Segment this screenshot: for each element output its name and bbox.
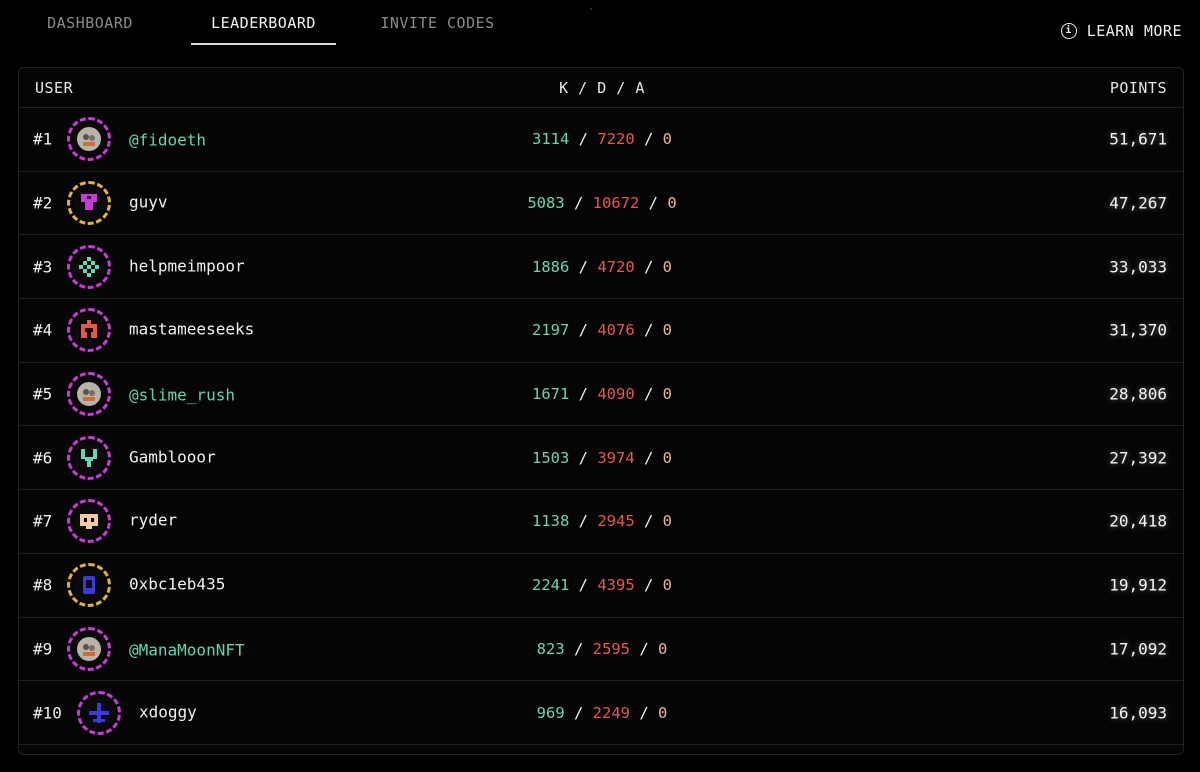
table-body: #1 @fidoeth 3114 / 7220 / 0 51,671 #2 gu… [19, 108, 1183, 745]
kda-stats: 823 / 2595 / 0 [536, 639, 668, 658]
assists-value: 0 [662, 512, 672, 531]
kills-value: 2197 [532, 321, 570, 340]
kda-stats: 969 / 2249 / 0 [536, 703, 668, 722]
assists-value: 0 [662, 130, 672, 149]
deaths-value: 2595 [592, 639, 630, 658]
header-points: POINTS [1109, 79, 1167, 97]
table-row[interactable]: #8 0xbc1eb435 2241 / 4395 / 0 19,912 [19, 554, 1183, 618]
tab-invite-codes[interactable]: INVITE CODES [370, 0, 505, 45]
assists-value: 0 [657, 639, 668, 658]
header-kda: K / D / A [559, 79, 645, 97]
kda-stats: 1671 / 4090 / 0 [532, 385, 672, 404]
points-value: 33,033 [1109, 257, 1167, 277]
table-row[interactable]: #5 @slime_rush 1671 / 4090 / 0 28,806 [19, 363, 1183, 427]
table-row[interactable]: #4 mastameeseeks 2197 / 4076 / 0 31,370 [19, 299, 1183, 363]
kills-value: 1503 [532, 448, 570, 467]
table-row[interactable]: #2 guyv 5083 / 10672 / 0 47,267 [19, 172, 1183, 236]
assists-value: 0 [657, 703, 668, 722]
kda-stats: 1886 / 4720 / 0 [532, 257, 672, 276]
points-value: 27,392 [1109, 448, 1167, 468]
kills-value: 823 [536, 639, 565, 658]
points-value: 47,267 [1109, 193, 1167, 213]
table-row[interactable]: #7 ryder 1138 / 2945 / 0 20,418 [19, 490, 1183, 554]
deaths-value: 2945 [597, 512, 635, 531]
deaths-value: 4076 [597, 321, 635, 340]
kills-value: 1671 [532, 385, 570, 404]
kills-value: 1886 [532, 257, 570, 276]
kda-stats: 2241 / 4395 / 0 [532, 576, 672, 595]
deaths-value: 4090 [597, 385, 635, 404]
table-row[interactable]: #10 xdoggy 969 / 2249 / 0 16,093 [19, 681, 1183, 745]
kills-value: 2241 [532, 576, 570, 595]
learn-more-label: LEARN MORE [1086, 22, 1182, 40]
deaths-value: 4395 [597, 576, 635, 595]
deaths-value: 2249 [592, 703, 630, 722]
points-value: 16,093 [1109, 703, 1167, 723]
points-value: 28,806 [1109, 384, 1167, 404]
table-row[interactable]: #3 helpmeimpoor 1886 / 4720 / 0 33,033 [19, 235, 1183, 300]
table-row[interactable]: #9 @ManaMoonNFT 823 / 2595 / 0 17,092 [19, 618, 1183, 682]
points-value: 20,418 [1109, 511, 1167, 531]
assists-value: 0 [662, 257, 672, 276]
kills-value: 1138 [532, 512, 570, 531]
points-value: 17,092 [1109, 639, 1167, 659]
deaths-value: 7220 [597, 130, 635, 149]
top-navigation: DASHBOARD LEADERBOARD INVITE CODES i LEA… [0, 0, 1200, 46]
points-value: 31,370 [1109, 320, 1167, 340]
kda-stats: 2197 / 4076 / 0 [532, 321, 672, 340]
deaths-value: 10672 [592, 194, 640, 213]
points-value: 51,671 [1109, 129, 1167, 149]
learn-more-button[interactable]: i LEARN MORE [1060, 20, 1182, 42]
assists-value: 0 [662, 448, 672, 467]
assists-value: 0 [662, 385, 672, 404]
kills-value: 969 [536, 703, 565, 722]
leaderboard-table: USER K / D / A POINTS #1 @fidoeth 3114 /… [18, 67, 1184, 755]
kda-stats: 1503 / 3974 / 0 [532, 448, 672, 467]
table-row[interactable]: #6 Gamblooor 1503 / 3974 / 0 27,392 [19, 426, 1183, 491]
kills-value: 3114 [532, 130, 570, 149]
tab-dashboard[interactable]: DASHBOARD [40, 0, 140, 45]
kda-stats: 3114 / 7220 / 0 [532, 130, 672, 149]
assists-value: 0 [667, 194, 677, 213]
kda-stats: 1138 / 2945 / 0 [532, 512, 672, 531]
deaths-value: 3974 [597, 448, 635, 467]
kills-value: 5083 [527, 194, 565, 213]
table-header: USER K / D / A POINTS [19, 68, 1183, 108]
assists-value: 0 [662, 576, 672, 595]
points-value: 19,912 [1109, 575, 1167, 595]
table-row[interactable]: #1 @fidoeth 3114 / 7220 / 0 51,671 [19, 108, 1183, 172]
tab-leaderboard[interactable]: LEADERBOARD [191, 0, 336, 45]
assists-value: 0 [662, 321, 672, 340]
deaths-value: 4720 [597, 257, 635, 276]
info-icon: i [1060, 23, 1077, 39]
kda-stats: 5083 / 10672 / 0 [527, 194, 677, 213]
